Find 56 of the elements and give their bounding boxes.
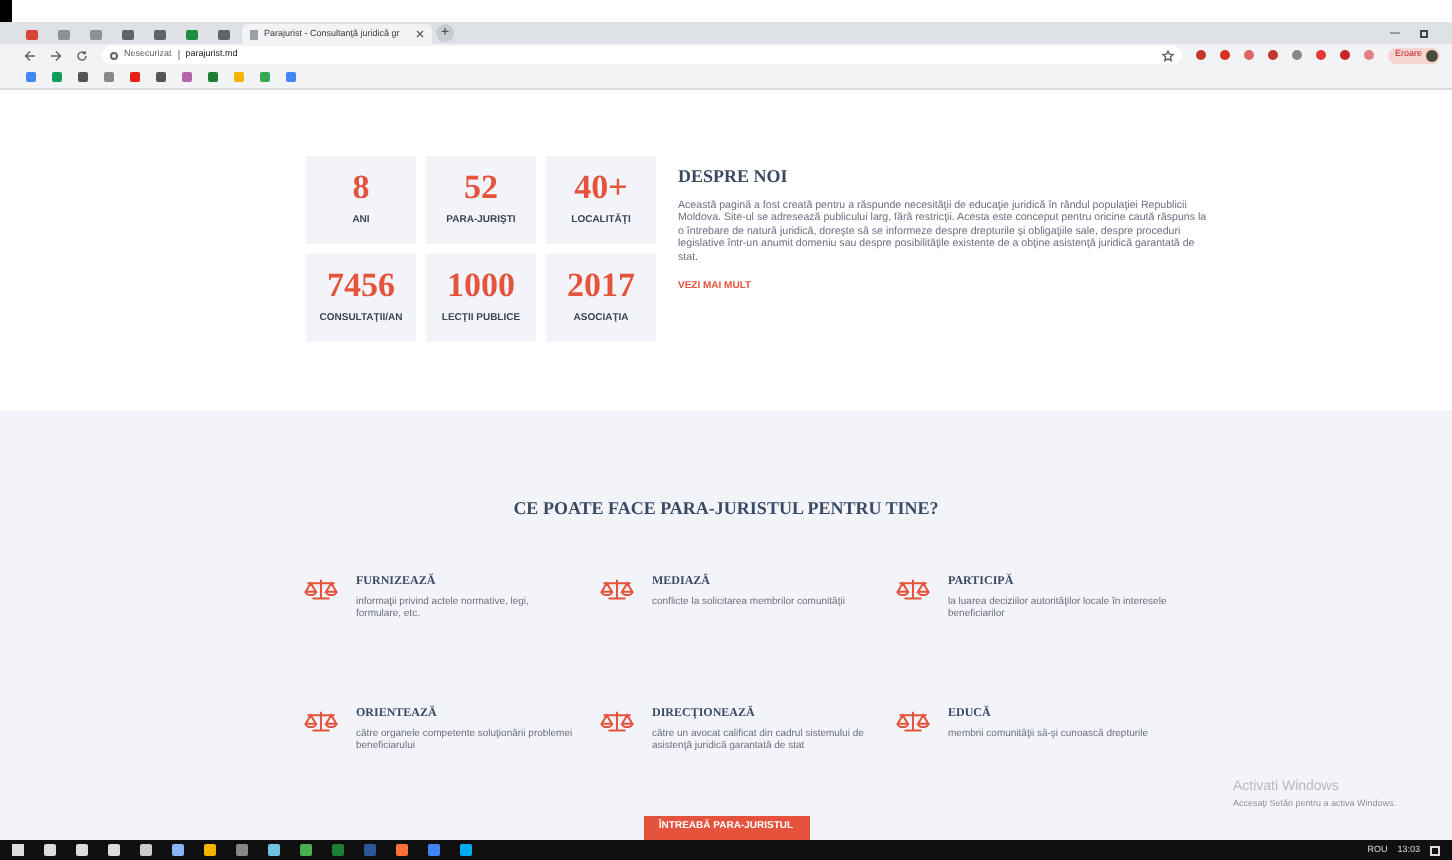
taskbar-app-icon[interactable] [460, 844, 472, 856]
scale-icon [600, 577, 634, 601]
taskbar-app-icon[interactable] [140, 844, 152, 856]
extension-icon[interactable] [1196, 50, 1207, 60]
scale-icon [600, 709, 634, 733]
taskbar-app-icon[interactable] [396, 844, 408, 856]
stat-value: 2017 [567, 268, 635, 305]
taskbar-app-icon[interactable] [300, 844, 312, 856]
taskbar-app-icon[interactable] [236, 844, 248, 856]
taskbar-app-icon[interactable] [44, 844, 56, 856]
bookmark-icon[interactable] [286, 72, 296, 82]
info-icon [110, 51, 118, 59]
extension-icon[interactable] [1244, 50, 1255, 60]
taskbar-app-icon[interactable] [204, 844, 216, 856]
bookmark-icon[interactable] [208, 72, 218, 82]
bookmark-icon[interactable] [104, 72, 114, 82]
extension-icon[interactable] [1268, 50, 1279, 60]
stat-value: 40+ [574, 170, 628, 207]
extension-icon[interactable] [1340, 50, 1351, 60]
section-title: CE POATE FACE PARA-JURISTUL PENTRU TINE? [513, 496, 939, 522]
bookmark-icon[interactable] [26, 72, 36, 82]
window-edge [0, 0, 12, 22]
reload-icon[interactable] [76, 49, 88, 61]
avatar-icon [1426, 49, 1438, 61]
bookmark-icon[interactable] [78, 72, 88, 82]
notification-icon[interactable] [1430, 845, 1440, 855]
back-icon[interactable] [24, 49, 36, 61]
scale-icon [304, 709, 338, 733]
taskbar-app-icon[interactable] [172, 844, 184, 856]
extension-icon[interactable] [1292, 50, 1303, 60]
extension-icon[interactable] [1364, 50, 1375, 60]
taskbar-app-icon[interactable] [108, 844, 120, 856]
extension-icon[interactable] [1316, 50, 1327, 60]
bookmark-icon[interactable] [52, 72, 62, 82]
stat-value: 1000 [447, 268, 515, 305]
bookmark-icon[interactable] [130, 72, 140, 82]
taskbar-app-icon[interactable] [332, 844, 344, 856]
taskbar-app-icon[interactable] [76, 844, 88, 856]
extension-icon[interactable] [1220, 50, 1231, 60]
star-icon[interactable] [1162, 49, 1175, 61]
restore-icon[interactable] [1420, 29, 1428, 37]
stat-value: 7456 [327, 268, 395, 305]
forward-icon[interactable] [50, 49, 62, 61]
bookmark-icon[interactable] [156, 72, 166, 82]
favicon-icon [250, 29, 258, 39]
scale-icon [896, 577, 930, 601]
bookmark-icon[interactable] [182, 72, 192, 82]
start-icon[interactable] [12, 844, 24, 856]
stat-value: 8 [352, 170, 370, 207]
scale-icon [896, 709, 930, 733]
taskbar-app-icon[interactable] [428, 844, 440, 856]
close-icon[interactable] [416, 30, 424, 38]
section-title: DESPRE NOI [678, 164, 790, 190]
scale-icon [304, 577, 338, 601]
taskbar-app-icon[interactable] [268, 844, 280, 856]
stat-value: 52 [464, 170, 498, 207]
